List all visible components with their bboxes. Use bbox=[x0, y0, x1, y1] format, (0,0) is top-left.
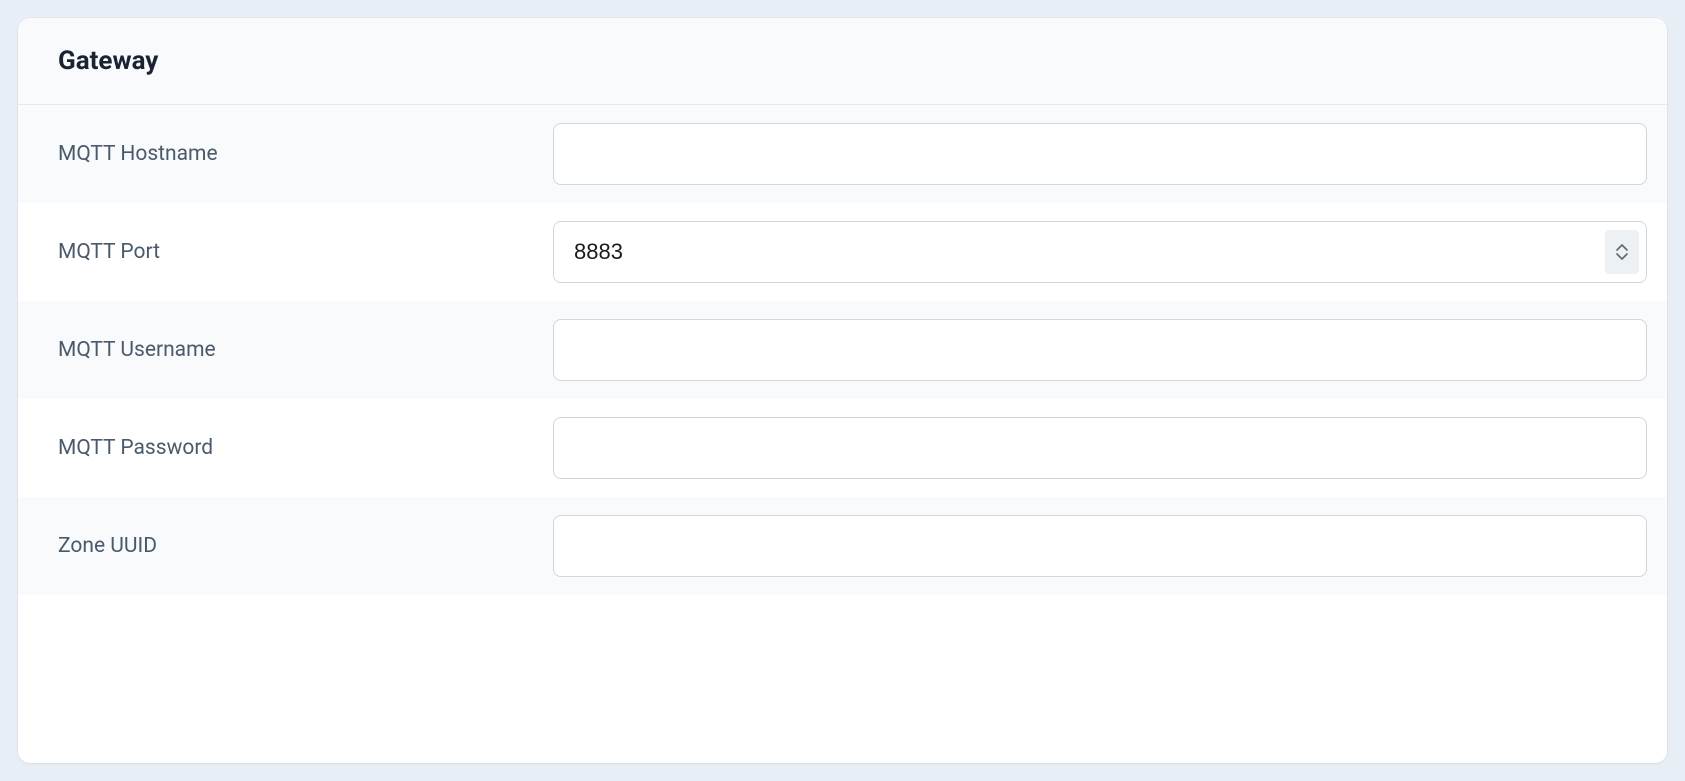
field-mqtt-password bbox=[553, 417, 1647, 479]
row-mqtt-hostname: MQTT Hostname bbox=[18, 105, 1667, 203]
row-mqtt-port: MQTT Port bbox=[18, 203, 1667, 301]
label-zone-uuid: Zone UUID bbox=[38, 534, 553, 558]
form-body: MQTT Hostname MQTT Port MQTT Username MQ bbox=[18, 105, 1667, 595]
input-zone-uuid[interactable] bbox=[553, 515, 1647, 577]
label-mqtt-hostname: MQTT Hostname bbox=[38, 142, 553, 166]
field-zone-uuid bbox=[553, 515, 1647, 577]
row-mqtt-username: MQTT Username bbox=[18, 301, 1667, 399]
row-mqtt-password: MQTT Password bbox=[18, 399, 1667, 497]
input-mqtt-port[interactable] bbox=[553, 221, 1647, 283]
label-mqtt-username: MQTT Username bbox=[38, 338, 553, 362]
gateway-card: Gateway MQTT Hostname MQTT Port MQTT Use… bbox=[18, 18, 1667, 763]
row-zone-uuid: Zone UUID bbox=[18, 497, 1667, 595]
chevron-up-icon bbox=[1615, 243, 1629, 252]
port-stepper[interactable] bbox=[1605, 230, 1639, 274]
input-mqtt-username[interactable] bbox=[553, 319, 1647, 381]
card-header: Gateway bbox=[18, 18, 1667, 105]
field-mqtt-hostname bbox=[553, 123, 1647, 185]
field-mqtt-port bbox=[553, 221, 1647, 283]
chevron-down-icon bbox=[1615, 252, 1629, 261]
card-title: Gateway bbox=[58, 46, 1627, 76]
label-mqtt-port: MQTT Port bbox=[38, 240, 553, 264]
label-mqtt-password: MQTT Password bbox=[38, 436, 553, 460]
field-mqtt-username bbox=[553, 319, 1647, 381]
input-mqtt-password[interactable] bbox=[553, 417, 1647, 479]
input-mqtt-hostname[interactable] bbox=[553, 123, 1647, 185]
